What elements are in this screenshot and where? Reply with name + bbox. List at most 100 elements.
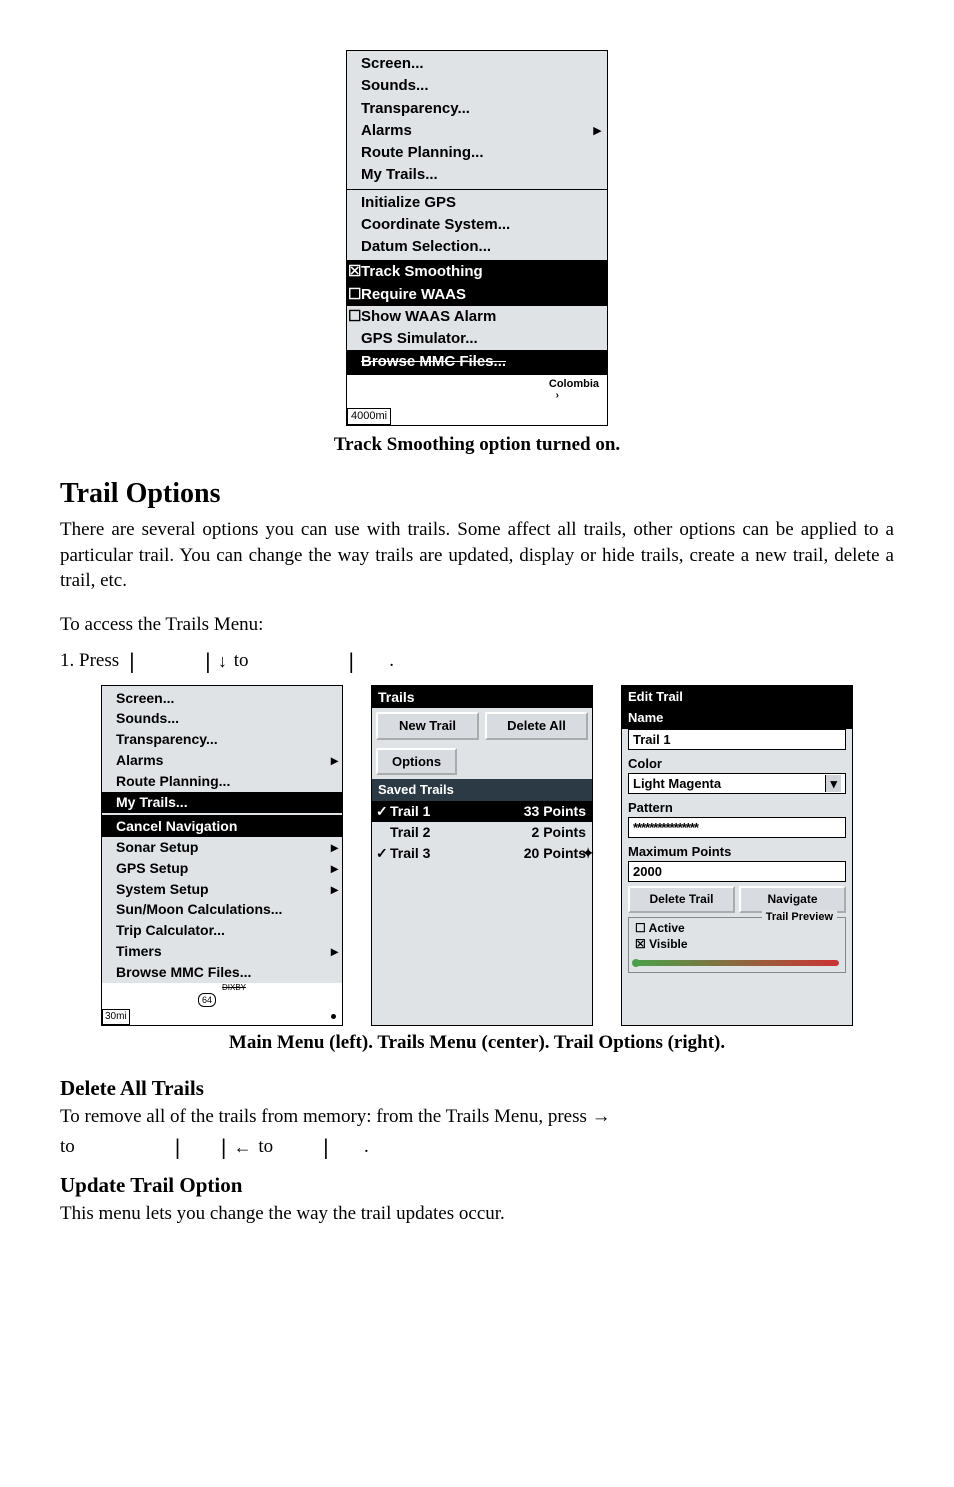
map-marker: ›	[556, 389, 559, 403]
trail-options-button[interactable]: Options	[376, 748, 457, 776]
check-icon: ✓	[376, 802, 390, 821]
map-scale: 4000mi	[347, 408, 391, 425]
menu-item-require-waas[interactable]: Require WAAS	[347, 284, 607, 306]
mm-route-planning[interactable]: Route Planning...	[102, 771, 342, 792]
pattern-field[interactable]: ****************	[628, 817, 846, 839]
trail-row-1[interactable]: ✓ Trail 1 33 Points	[372, 801, 592, 822]
to-label-a: to	[60, 1134, 80, 1160]
edit-trail-title: Edit Trail	[622, 686, 852, 708]
trail-name: Trail 1	[390, 802, 430, 821]
pattern-label: Pattern	[622, 798, 852, 817]
key-slot-1b: |	[200, 648, 216, 675]
mm-road-shield: 64	[198, 993, 216, 1007]
delete-all-line1: To remove all of the trails from memory:…	[60, 1104, 894, 1130]
key-slot-2a: |	[170, 1134, 186, 1161]
update-trail-body: This menu lets you change the way the tr…	[60, 1201, 894, 1227]
mm-screen[interactable]: Screen...	[102, 688, 342, 709]
trails-menu-panel: Trails New Trail Delete All Options Save…	[371, 685, 593, 1026]
color-value: Light Magenta	[633, 775, 825, 793]
subsection-delete-all: Delete All Trails	[60, 1074, 894, 1102]
mm-map-preview: DIXBY 64 30mi	[102, 983, 342, 1025]
trail-preview-box: Trail Preview ☐ Active ☒ Visible	[628, 917, 846, 973]
access-line: To access the Trails Menu:	[60, 612, 894, 638]
mm-gps-setup[interactable]: GPS Setup	[102, 858, 342, 879]
trail-points: 33 Points	[524, 802, 586, 821]
gps-settings-menu: Screen... Sounds... Transparency... Alar…	[346, 50, 608, 426]
menu-item-track-smoothing[interactable]: Track Smoothing	[347, 261, 607, 283]
left-arrow-icon: ←	[232, 1135, 254, 1159]
active-label: Active	[649, 921, 685, 935]
saved-trails-header: Saved Trails	[372, 779, 592, 801]
mm-alarms[interactable]: Alarms	[102, 750, 342, 771]
trail-points: 20 Points	[524, 844, 586, 863]
visible-checkbox[interactable]: ☒ Visible	[635, 936, 839, 952]
max-points-label: Maximum Points	[622, 842, 852, 861]
down-arrow-icon: ↓	[216, 649, 229, 673]
mm-browse-mmc[interactable]: Browse MMC Files...	[102, 962, 342, 983]
delete-trail-button[interactable]: Delete Trail	[628, 886, 735, 912]
figure2-caption: Main Menu (left). Trails Menu (center). …	[60, 1030, 894, 1056]
menu-item-screen[interactable]: Screen...	[347, 53, 607, 75]
section-heading-trail-options: Trail Options	[60, 475, 894, 513]
mm-sonar-setup[interactable]: Sonar Setup	[102, 837, 342, 858]
color-dropdown[interactable]: Light Magenta ▾	[628, 773, 846, 795]
step1-mid: to	[229, 648, 253, 674]
new-trail-button[interactable]: New Trail	[376, 712, 479, 740]
menu-item-my-trails[interactable]: My Trails...	[347, 164, 607, 186]
mm-map-label: DIXBY	[222, 983, 246, 994]
menu-item-datum-selection[interactable]: Datum Selection...	[347, 236, 607, 258]
menu-item-browse-mmc[interactable]: Browse MMC Files...	[347, 350, 607, 374]
menu-item-show-waas-alarm[interactable]: Show WAAS Alarm	[347, 306, 607, 328]
key-slot-1c: |	[343, 648, 359, 675]
menu-item-route-planning[interactable]: Route Planning...	[347, 142, 607, 164]
mm-sun-moon[interactable]: Sun/Moon Calculations...	[102, 899, 342, 920]
max-points-field[interactable]: 2000	[628, 861, 846, 883]
delete-all-button[interactable]: Delete All	[485, 712, 588, 740]
step-1-line: 1. Press | | ↓ to | .	[60, 648, 894, 675]
trail-name-field[interactable]: Trail 1	[628, 729, 846, 751]
name-label: Name	[622, 707, 852, 729]
trails-title: Trails	[372, 686, 592, 709]
section-body: There are several options you can use wi…	[60, 517, 894, 594]
visible-label: Visible	[649, 937, 687, 951]
menu-item-gps-simulator[interactable]: GPS Simulator...	[347, 328, 607, 350]
trail-name: Trail 3	[390, 844, 430, 863]
key-slot-1a: |	[124, 648, 140, 675]
menu-group-2: Initialize GPS Coordinate System... Datu…	[347, 190, 607, 262]
mm-sounds[interactable]: Sounds...	[102, 708, 342, 729]
menu-group-1: Screen... Sounds... Transparency... Alar…	[347, 51, 607, 190]
check-icon	[376, 823, 390, 842]
menu-item-transparency[interactable]: Transparency...	[347, 98, 607, 120]
dropdown-arrow-icon[interactable]: ▾	[825, 775, 841, 793]
mm-system-setup[interactable]: System Setup	[102, 879, 342, 900]
mm-my-trails[interactable]: My Trails...	[102, 792, 342, 813]
mm-cancel-navigation[interactable]: Cancel Navigation	[102, 816, 342, 837]
trail-name: Trail 2	[390, 823, 430, 842]
step1-prefix: 1. Press	[60, 648, 124, 674]
delete-all-nav: to | | ← to | .	[60, 1134, 894, 1161]
key-slot-2c: |	[318, 1134, 334, 1161]
subsection-update-trail: Update Trail Option	[60, 1171, 894, 1199]
trail-points: 2 Points	[532, 823, 586, 842]
main-menu-panel: Screen... Sounds... Transparency... Alar…	[101, 685, 343, 1026]
trail-row-2[interactable]: Trail 2 2 Points	[372, 822, 592, 843]
key-slot-2b: |	[216, 1134, 232, 1161]
preview-line	[635, 960, 839, 966]
trail-row-3[interactable]: ✓ Trail 3 20 Points ✦	[372, 843, 592, 864]
to-label-b: to	[254, 1134, 278, 1160]
mm-scale: 30mi	[102, 1009, 130, 1025]
color-label: Color	[622, 754, 852, 773]
edit-trail-panel: Edit Trail Name Trail 1 Color Light Mage…	[621, 685, 853, 1026]
mm-transparency[interactable]: Transparency...	[102, 729, 342, 750]
check-icon: ✓	[376, 844, 390, 863]
mm-timers[interactable]: Timers	[102, 941, 342, 962]
menu-item-coordinate-system[interactable]: Coordinate System...	[347, 214, 607, 236]
map-preview: Colombia › 4000mi	[347, 375, 607, 425]
menu-item-alarms[interactable]: Alarms	[347, 120, 607, 142]
mm-position-dot	[331, 1014, 336, 1019]
cursor-icon: ✦	[582, 844, 594, 863]
menu-item-sounds[interactable]: Sounds...	[347, 75, 607, 97]
menu-item-initialize-gps[interactable]: Initialize GPS	[347, 192, 607, 214]
mm-trip-calculator[interactable]: Trip Calculator...	[102, 920, 342, 941]
preview-title: Trail Preview	[762, 910, 837, 925]
